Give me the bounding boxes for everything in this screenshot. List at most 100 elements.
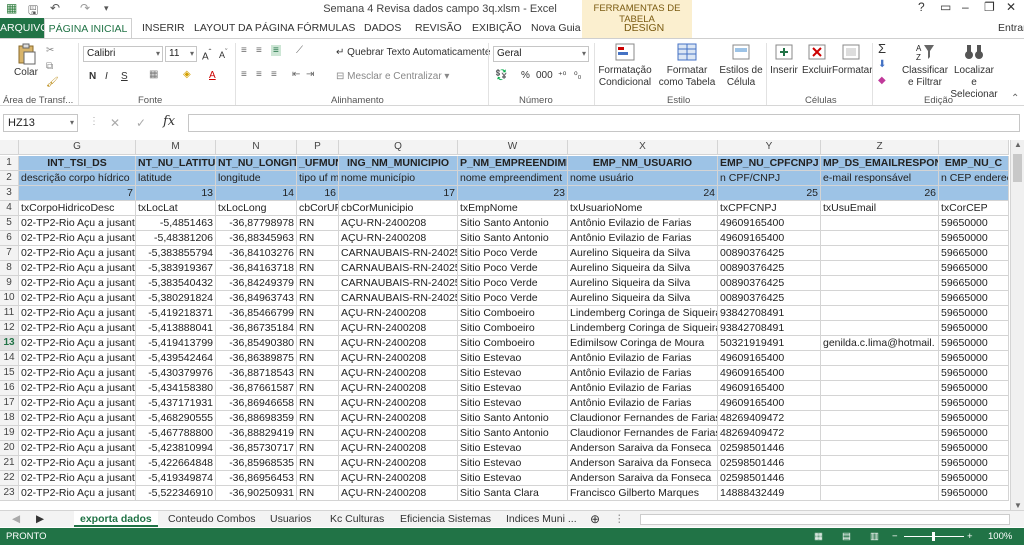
table-cell[interactable]: 00890376425 xyxy=(718,246,821,261)
table-cell[interactable]: Antônio Evilazio de Farias xyxy=(568,216,718,231)
table-cell[interactable]: 49609165400 xyxy=(718,396,821,411)
table-cell[interactable]: 48269409472 xyxy=(718,426,821,441)
font-name-select[interactable]: Calibri ▾ xyxy=(83,46,163,62)
table-cell[interactable]: Antônio Evilazio de Farias xyxy=(568,396,718,411)
table-cell[interactable]: Sitio Santo Antonio xyxy=(458,231,568,246)
table-cell[interactable]: Aurelino Siqueira da Silva xyxy=(568,291,718,306)
table-cell[interactable]: RN xyxy=(297,381,339,396)
table-cell[interactable]: -36,85490380 xyxy=(216,336,297,351)
table-cell[interactable]: 02-TP2-Rio Açu a jusante d xyxy=(19,216,136,231)
row-number[interactable]: 17 xyxy=(0,396,19,411)
table-cell[interactable]: 49609165400 xyxy=(718,366,821,381)
table-cell[interactable]: AÇU-RN-2400208 xyxy=(339,381,458,396)
table-cell[interactable]: txLocLat xyxy=(136,201,216,216)
table-cell[interactable]: RN xyxy=(297,291,339,306)
format-cells-button[interactable]: Formatar xyxy=(832,41,873,77)
insert-function-icon[interactable]: fx xyxy=(163,114,175,129)
table-cell[interactable]: 7 xyxy=(19,186,136,201)
table-cell[interactable]: RN xyxy=(297,261,339,276)
row-number[interactable]: 18 xyxy=(0,411,19,426)
column-header[interactable]: Y xyxy=(718,140,821,155)
table-cell[interactable]: 59650000 xyxy=(939,381,1009,396)
table-cell[interactable]: -36,84249379 xyxy=(216,276,297,291)
table-cell[interactable]: -36,88698359 xyxy=(216,411,297,426)
collapse-ribbon-icon[interactable]: ⌃ xyxy=(1011,93,1019,104)
align-middle-icon[interactable]: ≡ xyxy=(256,45,262,56)
column-header[interactable]: X xyxy=(568,140,718,155)
row-number[interactable]: 10 xyxy=(0,291,19,306)
table-cell[interactable]: Sitio Santo Antonio xyxy=(458,426,568,441)
table-cell[interactable]: 16 xyxy=(297,186,339,201)
row-number[interactable]: 9 xyxy=(0,276,19,291)
orientation-icon[interactable]: ⟋ xyxy=(296,45,303,56)
table-cell[interactable]: RN xyxy=(297,216,339,231)
vertical-scrollbar[interactable]: ▲ ▼ xyxy=(1010,140,1024,510)
column-header[interactable]: N xyxy=(216,140,297,155)
decrease-decimal-icon[interactable]: ⁰₀ xyxy=(574,70,581,81)
table-cell[interactable]: 23 xyxy=(458,186,568,201)
table-cell[interactable]: 93842708491 xyxy=(718,321,821,336)
table-cell[interactable]: 02-TP2-Rio Açu a jusante d xyxy=(19,336,136,351)
table-cell[interactable]: Sitio Poco Verde xyxy=(458,276,568,291)
table-cell[interactable]: EMP_NU_C xyxy=(939,156,1009,171)
table-cell[interactable] xyxy=(821,456,939,471)
table-cell[interactable]: RN xyxy=(297,351,339,366)
tab-split-icon[interactable]: ⋮ xyxy=(608,511,631,527)
table-cell[interactable]: Sitio Santo Antonio xyxy=(458,411,568,426)
table-cell[interactable]: -5,48381206 xyxy=(136,231,216,246)
column-header[interactable]: M xyxy=(136,140,216,155)
sheet-tab-eficiencia[interactable]: Eficiencia Sistemas xyxy=(394,511,497,527)
table-cell[interactable]: Anderson Saraiva da Fonseca xyxy=(568,441,718,456)
scroll-down-icon[interactable]: ▼ xyxy=(1014,501,1022,510)
paste-button[interactable]: Colar xyxy=(8,43,44,79)
table-cell[interactable]: _UFMUN xyxy=(297,156,339,171)
row-number[interactable]: 23 xyxy=(0,486,19,501)
table-cell[interactable]: Sitio Estevao xyxy=(458,396,568,411)
table-cell[interactable]: -36,84103276 xyxy=(216,246,297,261)
cut-icon[interactable]: ✂ xyxy=(46,45,54,56)
table-cell[interactable]: -5,422664848 xyxy=(136,456,216,471)
comma-style-icon[interactable]: 000 xyxy=(536,70,553,81)
indent-increase-icon[interactable]: ⇥ xyxy=(306,69,314,80)
table-cell[interactable]: 59650000 xyxy=(939,486,1009,501)
table-cell[interactable]: -36,86946658 xyxy=(216,396,297,411)
row-number[interactable]: 20 xyxy=(0,441,19,456)
table-cell[interactable]: CARNAUBAIS-RN-2402501 xyxy=(339,261,458,276)
table-cell[interactable]: 50321919491 xyxy=(718,336,821,351)
table-cell[interactable]: 48269409472 xyxy=(718,411,821,426)
fill-icon[interactable]: ⬇ xyxy=(878,59,886,70)
page-break-view-icon[interactable]: ▥ xyxy=(870,531,879,542)
table-cell[interactable] xyxy=(821,441,939,456)
table-cell[interactable]: 02-TP2-Rio Açu a jusante d xyxy=(19,246,136,261)
table-cell[interactable]: 00890376425 xyxy=(718,276,821,291)
table-cell[interactable]: 59650000 xyxy=(939,426,1009,441)
column-header[interactable] xyxy=(939,140,1009,155)
row-number[interactable]: 7 xyxy=(0,246,19,261)
table-cell[interactable]: MP_DS_EMAILRESPONSAV xyxy=(821,156,939,171)
table-cell[interactable]: Anderson Saraiva da Fonseca xyxy=(568,456,718,471)
table-cell[interactable]: 59650000 xyxy=(939,321,1009,336)
table-cell[interactable]: -5,383540432 xyxy=(136,276,216,291)
table-cell[interactable]: cbCorUF xyxy=(297,201,339,216)
zoom-out-icon[interactable]: − xyxy=(892,531,898,542)
table-cell[interactable]: Sitio Estevao xyxy=(458,366,568,381)
merge-center-button[interactable]: ⊟ Mesclar e Centralizar ▾ xyxy=(336,71,449,82)
shrink-font-icon[interactable]: Aˇ xyxy=(219,47,228,60)
table-cell[interactable]: 59650000 xyxy=(939,231,1009,246)
table-cell[interactable]: -5,419349874 xyxy=(136,471,216,486)
table-cell[interactable] xyxy=(939,186,1009,201)
table-cell[interactable]: txCorpoHidricoDesc xyxy=(19,201,136,216)
table-cell[interactable]: Sitio Comboeiro xyxy=(458,306,568,321)
table-cell[interactable]: nome usuário xyxy=(568,171,718,186)
tab-dados[interactable]: DADOS xyxy=(364,18,401,38)
next-sheet-icon[interactable]: ▶ xyxy=(30,511,50,527)
table-cell[interactable]: Sitio Estevao xyxy=(458,381,568,396)
confirm-entry-icon[interactable]: ✓ xyxy=(136,116,146,130)
table-cell[interactable]: 13 xyxy=(136,186,216,201)
table-cell[interactable]: 49609165400 xyxy=(718,351,821,366)
table-cell[interactable]: -36,86735184 xyxy=(216,321,297,336)
name-box[interactable]: HZ13 ▾ xyxy=(3,114,78,132)
table-cell[interactable]: RN xyxy=(297,471,339,486)
table-cell[interactable]: CARNAUBAIS-RN-2402501 xyxy=(339,291,458,306)
table-cell[interactable]: RN xyxy=(297,411,339,426)
